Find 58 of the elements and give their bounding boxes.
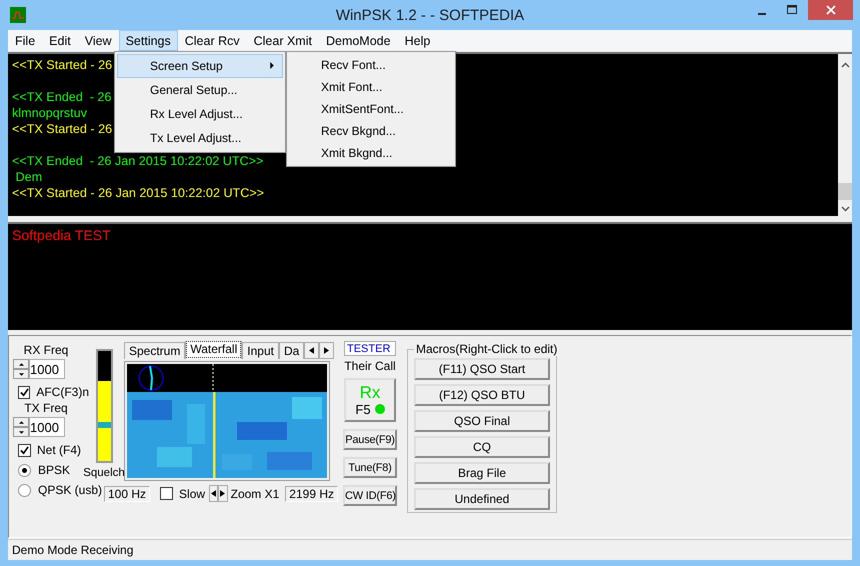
tab[interactable]: Input <box>242 342 279 359</box>
macro-button[interactable]: QSO Final <box>414 410 550 432</box>
menu-item[interactable]: Xmit Font... <box>289 76 453 98</box>
window-title: WinPSK 1.2 - - SOFTPEDIA <box>336 6 524 24</box>
receive-button[interactable]: Rx F5 <box>344 378 396 422</box>
menu-item[interactable]: Recv Font... <box>289 54 453 76</box>
macro-button[interactable]: (F11) QSO Start <box>414 358 550 380</box>
menu-item[interactable]: Rx Level Adjust... <box>117 102 283 126</box>
frequency-field[interactable]: 1000 <box>29 417 65 437</box>
macro-button[interactable]: CQ <box>414 436 550 458</box>
menu-item[interactable]: View <box>78 30 119 51</box>
macro-button[interactable]: (F12) QSO BTU <box>414 384 550 406</box>
field-label: TX Freq <box>23 401 69 415</box>
tab[interactable]: Da <box>278 342 304 359</box>
menu-item[interactable]: DemoMode <box>318 30 398 51</box>
received-line: <<TX Started - 26 Jan 2015 10:22:02 UTC>> <box>12 186 264 200</box>
tab[interactable]: Spectrum <box>124 342 186 359</box>
transmit-pane[interactable]: Softpedia TEST <box>8 222 852 330</box>
tab[interactable]: Waterfall <box>185 341 242 359</box>
radio-label: QPSK (usb) <box>38 483 102 497</box>
menu-item[interactable]: Clear Xmit <box>246 30 319 51</box>
macro-button[interactable]: Undefined <box>414 488 550 510</box>
checkbox-label: Net (F4) <box>37 443 82 457</box>
frequency-label: 2199 Hz <box>285 486 338 502</box>
their-call-field[interactable]: TESTER <box>344 341 396 356</box>
received-line: <<TX Started - 26 <box>12 122 112 136</box>
group-title: Macros(Right-Click to edit) <box>414 342 560 356</box>
menu-item[interactable]: Tx Level Adjust... <box>117 126 283 150</box>
received-line: klmnopqrstuv <box>12 106 87 120</box>
menu-item[interactable]: Clear Rcv <box>178 30 247 51</box>
checkbox-label: AFC(F3)n <box>36 385 89 399</box>
menu-item[interactable]: General Setup... <box>117 78 283 102</box>
menu-item[interactable]: Settings <box>118 30 178 51</box>
checkbox-label: Slow <box>179 486 206 500</box>
menu-item[interactable]: File <box>8 30 42 51</box>
received-line: <<TX Ended - 26 <box>12 90 112 104</box>
menu-item[interactable]: Xmit Bkgnd... <box>289 142 453 164</box>
menu-item[interactable]: Recv Bkgnd... <box>289 120 453 142</box>
status-text: Demo Mode Receiving <box>12 543 134 557</box>
frequency-field[interactable]: 1000 <box>29 359 65 379</box>
transmit-text: Softpedia TEST <box>12 227 111 243</box>
function-button[interactable]: Tune(F8) <box>343 457 397 478</box>
radio-label: BPSK <box>38 463 70 477</box>
field-label: Their Call <box>344 359 396 373</box>
function-button[interactable]: CW ID(F6) <box>343 485 397 506</box>
menu-item[interactable]: XmitSentFont... <box>289 98 453 120</box>
field-label: RX Freq <box>22 343 70 357</box>
menu-item[interactable]: Edit <box>42 30 78 51</box>
zoom-label: Zoom X1 <box>230 486 280 500</box>
received-line: Dem <box>14 170 42 184</box>
function-button[interactable]: Pause(F9) <box>343 429 397 450</box>
received-line: <<TX Ended - 26 Jan 2015 10:22:02 UTC>> <box>12 154 264 168</box>
meter-label: Squelch <box>83 467 125 479</box>
macro-button[interactable]: Brag File <box>414 462 550 484</box>
received-line: <<TX Started - 26 <box>12 58 112 72</box>
menu-item[interactable]: Help <box>398 30 438 51</box>
menu-item[interactable]: Screen Setup <box>117 54 283 78</box>
frequency-label: 100 Hz <box>104 486 150 502</box>
